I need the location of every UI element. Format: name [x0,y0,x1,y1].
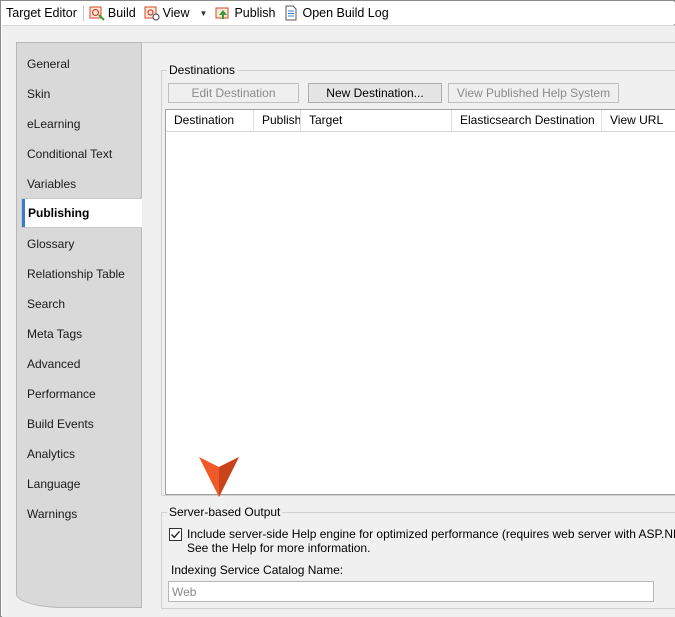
build-log-icon [285,5,297,21]
tab-elearning[interactable]: eLearning [27,110,80,138]
server-based-output-group-label: Server-based Output [167,505,283,519]
tab-variables[interactable]: Variables [27,170,76,198]
tab-glossary[interactable]: Glossary [27,230,74,258]
chevron-down-icon[interactable]: ▼ [200,9,208,18]
tab-build-events[interactable]: Build Events [27,410,94,438]
column-header-view-url[interactable]: View URL [602,110,675,132]
tab-performance[interactable]: Performance [27,380,96,408]
settings-tab-list: General Skin eLearning Conditional Text … [16,42,142,608]
column-header-publish[interactable]: Publish [254,110,301,132]
column-header-target[interactable]: Target [301,110,452,132]
view-icon [144,6,160,21]
new-destination-button[interactable]: New Destination... [308,83,442,103]
include-server-help-engine-label: Include server-side Help engine for opti… [187,527,675,541]
tab-search[interactable]: Search [27,290,65,318]
publish-label: Publish [234,6,276,20]
tab-publishing-label: Publishing [28,206,90,220]
indexing-catalog-label: Indexing Service Catalog Name: [171,563,344,577]
tab-advanced[interactable]: Advanced [27,350,80,378]
indexing-catalog-name-field[interactable] [168,581,654,602]
tab-relationship-table[interactable]: Relationship Table [27,260,125,288]
table-header: Destination Publish Target Elasticsearch… [166,110,675,132]
destinations-group-label: Destinations [167,63,238,77]
toolbar-divider [82,5,84,21]
tab-general[interactable]: General [27,50,70,78]
editor-title: Target Editor [6,6,77,20]
tab-conditional-text[interactable]: Conditional Text [27,140,112,168]
pointer-marker-icon [199,457,239,497]
tab-meta-tags[interactable]: Meta Tags [27,320,82,348]
destinations-table[interactable]: Destination Publish Target Elasticsearch… [165,109,675,495]
publish-icon [215,7,229,19]
publish-button[interactable]: Publish [215,5,275,21]
view-label: View [162,6,190,20]
target-editor-window: Target Editor Build View ▼ Publish Open … [0,0,675,617]
active-tab-indicator [22,199,25,227]
open-build-log-label: Open Build Log [302,6,389,20]
tab-analytics[interactable]: Analytics [27,440,75,468]
edit-destination-button[interactable]: Edit Destination [168,83,299,103]
column-header-elasticsearch-destination[interactable]: Elasticsearch Destination [452,110,602,132]
checkmark-icon [171,530,181,539]
build-label: Build [107,6,136,20]
include-server-help-engine-checkbox[interactable] [169,528,182,541]
tab-warnings[interactable]: Warnings [27,500,77,528]
toolbar: Target Editor Build View ▼ Publish Open … [2,2,675,24]
build-button[interactable]: Build [89,5,136,21]
tab-language[interactable]: Language [27,470,80,498]
open-build-log-button[interactable]: Open Build Log [283,5,389,21]
tab-publishing[interactable]: Publishing [21,198,142,228]
see-help-note: See the Help for more information. [187,541,371,555]
column-header-destination[interactable]: Destination [166,110,254,132]
build-icon [89,6,105,21]
view-published-help-system-button[interactable]: View Published Help System [448,83,619,103]
view-button[interactable]: View [144,5,190,21]
tab-skin[interactable]: Skin [27,80,50,108]
